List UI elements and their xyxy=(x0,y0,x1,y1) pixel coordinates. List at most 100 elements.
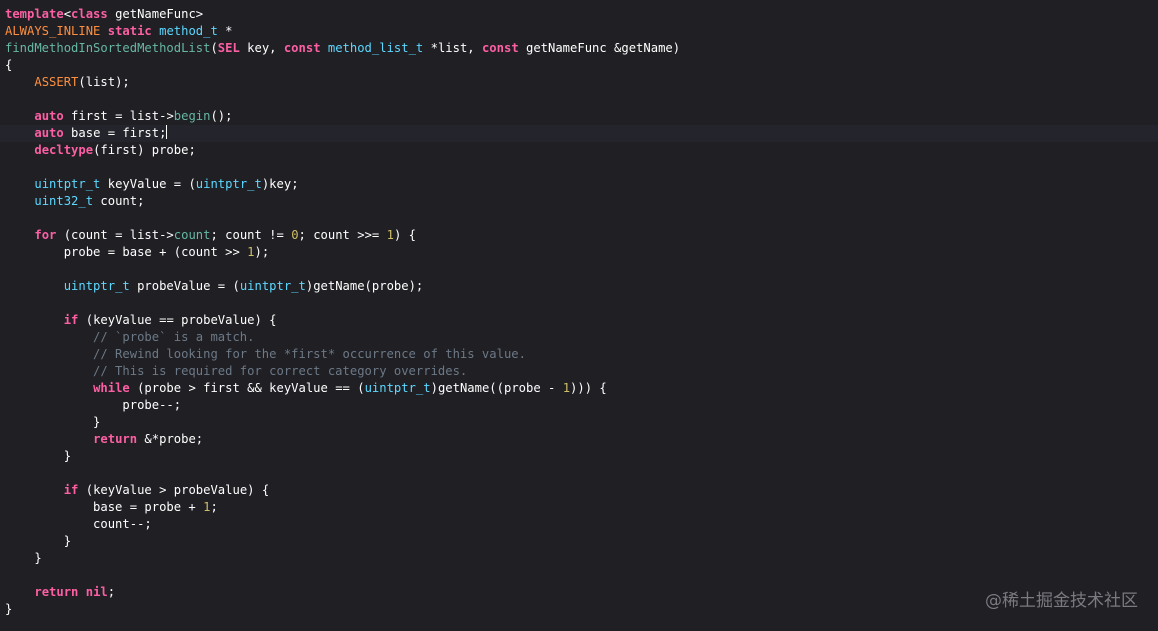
code-line[interactable] xyxy=(5,210,1158,227)
code-token: probeValue = ( xyxy=(129,279,240,293)
code-line[interactable]: for (count = list->count; count != 0; co… xyxy=(5,227,1158,244)
code-token: // `probe` is a match. xyxy=(5,330,255,344)
code-line[interactable]: auto base = first; xyxy=(0,125,1158,142)
code-line[interactable]: base = probe + 1; xyxy=(5,499,1158,516)
code-line[interactable]: uintptr_t keyValue = (uintptr_t)key; xyxy=(5,176,1158,193)
code-token: if xyxy=(63,483,79,497)
code-line[interactable]: template<class getNameFunc> xyxy=(5,6,1158,23)
code-line[interactable]: probe = base + (count >> 1); xyxy=(5,244,1158,261)
code-token: auto xyxy=(34,109,64,123)
code-line[interactable]: uint32_t count; xyxy=(5,193,1158,210)
code-token: (keyValue > probeValue) { xyxy=(78,483,270,497)
code-token: )getName((probe - xyxy=(430,381,563,395)
code-token: return xyxy=(34,585,79,599)
code-token: findMethodInSortedMethodList xyxy=(5,41,211,55)
code-token: decltype xyxy=(34,143,94,157)
code-token: } xyxy=(5,449,72,463)
code-line[interactable]: probe--; xyxy=(5,397,1158,414)
code-token: probe = base + (count >> xyxy=(5,245,248,259)
code-token: uintptr_t xyxy=(34,177,101,191)
code-line[interactable]: auto first = list->begin(); xyxy=(5,108,1158,125)
code-token: base = first; xyxy=(63,126,167,140)
code-line[interactable]: findMethodInSortedMethodList(SEL key, co… xyxy=(5,40,1158,57)
code-token: // This is required for correct category… xyxy=(5,364,468,378)
code-token: getNameFunc> xyxy=(107,7,204,21)
code-line[interactable]: } xyxy=(5,550,1158,567)
code-editor[interactable]: template<class getNameFunc> ALWAYS_INLINE… xyxy=(0,0,1158,631)
code-line[interactable]: { xyxy=(5,57,1158,74)
code-line[interactable]: // `probe` is a match. xyxy=(5,329,1158,346)
code-token: uintptr_t xyxy=(239,279,306,293)
code-token: uintptr_t xyxy=(364,381,431,395)
code-line[interactable] xyxy=(5,91,1158,108)
code-token: base = probe + xyxy=(5,500,204,514)
code-line[interactable]: ALWAYS_INLINE static method_t * xyxy=(5,23,1158,40)
code-line[interactable] xyxy=(5,159,1158,176)
code-line[interactable]: decltype(first) probe; xyxy=(5,142,1158,159)
code-token: count; xyxy=(93,194,145,208)
code-token: class xyxy=(71,7,108,21)
code-line[interactable]: uintptr_t probeValue = (uintptr_t)getNam… xyxy=(5,278,1158,295)
code-token: )key; xyxy=(261,177,299,191)
code-line[interactable]: if (keyValue == probeValue) { xyxy=(5,312,1158,329)
code-token: *list, xyxy=(423,41,482,55)
code-token: count xyxy=(173,228,211,242)
code-token: { xyxy=(5,58,13,72)
code-line[interactable] xyxy=(5,465,1158,482)
text-caret xyxy=(166,125,168,139)
code-token: uintptr_t xyxy=(195,177,262,191)
code-token: } xyxy=(5,534,72,548)
code-token: 1 xyxy=(386,228,394,242)
code-token: static xyxy=(107,24,152,38)
code-line[interactable]: } xyxy=(5,414,1158,431)
code-line[interactable]: // Rewind looking for the *first* occurr… xyxy=(5,346,1158,363)
code-token: ( xyxy=(210,41,218,55)
code-line[interactable] xyxy=(5,567,1158,584)
code-token: * xyxy=(217,24,233,38)
code-token: ; xyxy=(210,500,218,514)
code-line[interactable]: return &*probe; xyxy=(5,431,1158,448)
code-line[interactable]: count--; xyxy=(5,516,1158,533)
code-line[interactable]: // This is required for correct category… xyxy=(5,363,1158,380)
code-token: (count = list-> xyxy=(56,228,174,242)
code-line[interactable]: while (probe > first && keyValue == (uin… xyxy=(5,380,1158,397)
watermark-text: @稀土掘金技术社区 xyxy=(985,591,1138,611)
code-token: 1 xyxy=(562,381,571,395)
code-token: const xyxy=(283,41,321,55)
code-token: ASSERT xyxy=(34,75,79,89)
code-token: // Rewind looking for the *first* occurr… xyxy=(5,347,526,361)
code-area[interactable]: template<class getNameFunc> ALWAYS_INLINE… xyxy=(0,6,1158,618)
code-line[interactable]: } xyxy=(5,533,1158,550)
code-line[interactable] xyxy=(5,261,1158,278)
code-token: ; count >>= xyxy=(298,228,387,242)
code-token: } xyxy=(5,415,101,429)
code-line[interactable]: if (keyValue > probeValue) { xyxy=(5,482,1158,499)
code-line[interactable] xyxy=(5,295,1158,312)
code-token: } xyxy=(5,551,42,565)
code-token: const xyxy=(481,41,519,55)
code-token: count--; xyxy=(5,517,152,531)
code-token: < xyxy=(63,7,72,21)
code-token: &*probe; xyxy=(137,432,204,446)
code-token: keyValue = ( xyxy=(100,177,196,191)
code-line[interactable]: ASSERT(list); xyxy=(5,74,1158,91)
code-token: ); xyxy=(254,245,270,259)
code-token: template xyxy=(5,7,64,21)
code-token: ; count != xyxy=(210,228,292,242)
code-line[interactable]: } xyxy=(5,448,1158,465)
code-token: uintptr_t xyxy=(63,279,130,293)
code-token: getNameFunc &getName) xyxy=(518,41,681,55)
